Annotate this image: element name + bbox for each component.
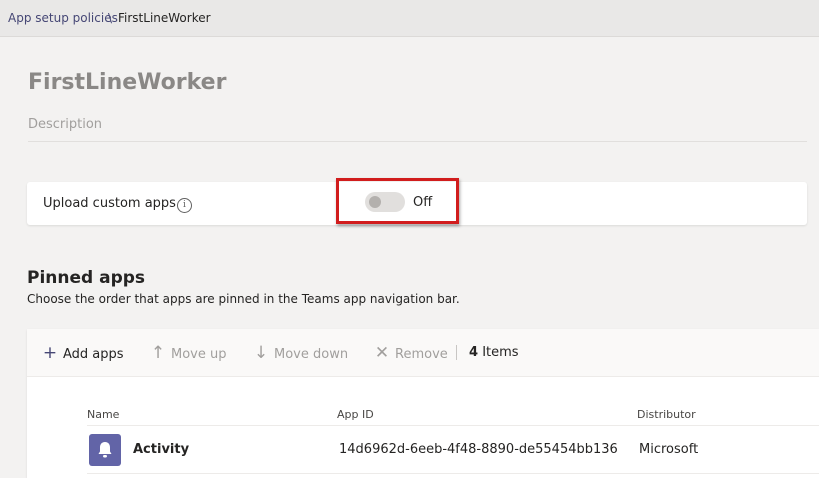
breadcrumb-link-app-setup-policies[interactable]: App setup policies bbox=[8, 0, 118, 36]
move-down-label: Move down bbox=[274, 347, 349, 362]
close-icon: ✕ bbox=[374, 343, 390, 363]
app-distributor: Microsoft bbox=[639, 442, 699, 457]
column-header-distributor[interactable]: Distributor bbox=[637, 408, 696, 421]
toolbar-divider bbox=[456, 345, 457, 360]
table-row[interactable]: Activity 14d6962d-6eeb-4f48-8890-de55454… bbox=[27, 426, 819, 474]
toggle-state-label: Off bbox=[413, 195, 433, 210]
upload-custom-apps-toggle[interactable] bbox=[365, 192, 405, 212]
plus-icon: + bbox=[42, 343, 58, 363]
breadcrumb-separator: \ bbox=[108, 11, 113, 25]
item-count: 4 Items bbox=[469, 344, 519, 362]
pinned-apps-card: + Add apps ↑ Move up ↓ Move down ✕ Remove 4 … bbox=[27, 329, 819, 478]
arrow-down-icon: ↓ bbox=[253, 343, 269, 363]
pinned-apps-heading: Pinned apps bbox=[27, 268, 146, 288]
breadcrumb-current: FirstLineWorker bbox=[118, 11, 211, 25]
app-id: 14d6962d-6eeb-4f48-8890-de55454bb136 bbox=[339, 442, 618, 457]
pinned-apps-toolbar: + Add apps ↑ Move up ↓ Move down ✕ Remove 4 … bbox=[27, 329, 819, 377]
arrow-up-icon: ↑ bbox=[150, 343, 166, 363]
remove-label: Remove bbox=[395, 347, 448, 362]
bell-icon bbox=[89, 434, 121, 466]
breadcrumb: App setup policies \ FirstLineWorker bbox=[0, 0, 819, 37]
column-header-name[interactable]: Name bbox=[87, 408, 119, 421]
description-field[interactable]: Description bbox=[28, 117, 102, 132]
toggle-knob bbox=[369, 196, 381, 208]
info-icon[interactable]: i bbox=[177, 198, 192, 213]
description-underline bbox=[28, 141, 807, 142]
upload-custom-apps-label: Upload custom apps bbox=[43, 196, 176, 211]
app-name: Activity bbox=[133, 442, 190, 457]
item-count-number: 4 bbox=[469, 345, 479, 360]
move-up-button[interactable]: ↑ Move up bbox=[149, 344, 227, 364]
upload-custom-apps-card: Upload custom apps i Off bbox=[27, 182, 807, 225]
add-apps-button[interactable]: + Add apps bbox=[41, 344, 124, 364]
add-apps-label: Add apps bbox=[63, 347, 124, 362]
pinned-apps-description: Choose the order that apps are pinned in… bbox=[27, 292, 460, 306]
move-down-button[interactable]: ↓ Move down bbox=[252, 344, 348, 364]
remove-button[interactable]: ✕ Remove bbox=[373, 344, 448, 364]
item-count-label: Items bbox=[482, 345, 519, 360]
page-title: FirstLineWorker bbox=[28, 70, 227, 95]
move-up-label: Move up bbox=[171, 347, 227, 362]
row-divider bbox=[87, 473, 819, 474]
column-header-app-id[interactable]: App ID bbox=[337, 408, 374, 421]
